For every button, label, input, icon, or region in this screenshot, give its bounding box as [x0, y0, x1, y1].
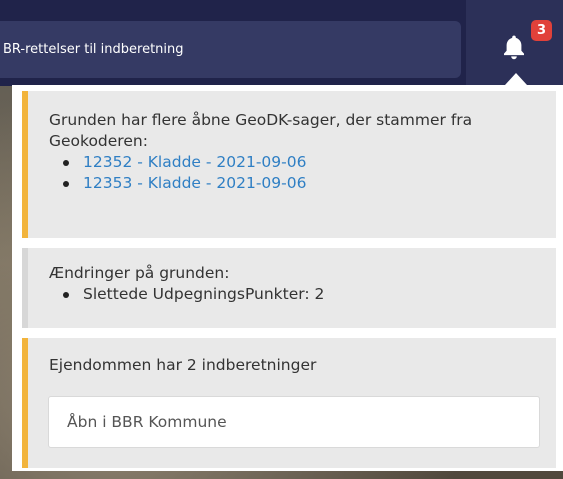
geodk-case-list: 12352 - Kladde - 2021-09-06 12353 - Klad…: [49, 152, 539, 194]
top-bar: BR-rettelser til indberetning 3: [0, 0, 563, 86]
notification-geodk-cases: Grunden har flere åbne GeoDK-sager, der …: [22, 91, 556, 238]
notification-reports: Ejendommen har 2 indberetninger Åbn i BB…: [22, 338, 556, 468]
task-field-label: BR-rettelser til indberetning: [3, 42, 184, 57]
list-item: 12352 - Kladde - 2021-09-06: [49, 152, 539, 173]
notification-count-badge: 3: [531, 20, 552, 41]
case-link[interactable]: 12353 - Kladde - 2021-09-06: [83, 174, 306, 192]
open-in-bbr-kommune-button[interactable]: Åbn i BBR Kommune: [48, 396, 540, 448]
list-item: Slettede UdpegningsPunkter: 2: [49, 284, 539, 305]
case-link[interactable]: 12352 - Kladde - 2021-09-06: [83, 153, 306, 171]
notification-property-changes: Ændringer på grunden: Slettede Udpegning…: [22, 248, 556, 328]
list-item: 12353 - Kladde - 2021-09-06: [49, 173, 539, 194]
dropdown-caret: [505, 73, 527, 85]
bell-icon[interactable]: [503, 34, 525, 60]
reports-message: Ejendommen har 2 indberetninger: [49, 356, 317, 374]
changes-list: Slettede UdpegningsPunkter: 2: [49, 284, 539, 305]
geodk-message: Grunden har flere åbne GeoDK-sager, der …: [49, 111, 473, 150]
changes-message: Ændringer på grunden:: [49, 264, 230, 282]
